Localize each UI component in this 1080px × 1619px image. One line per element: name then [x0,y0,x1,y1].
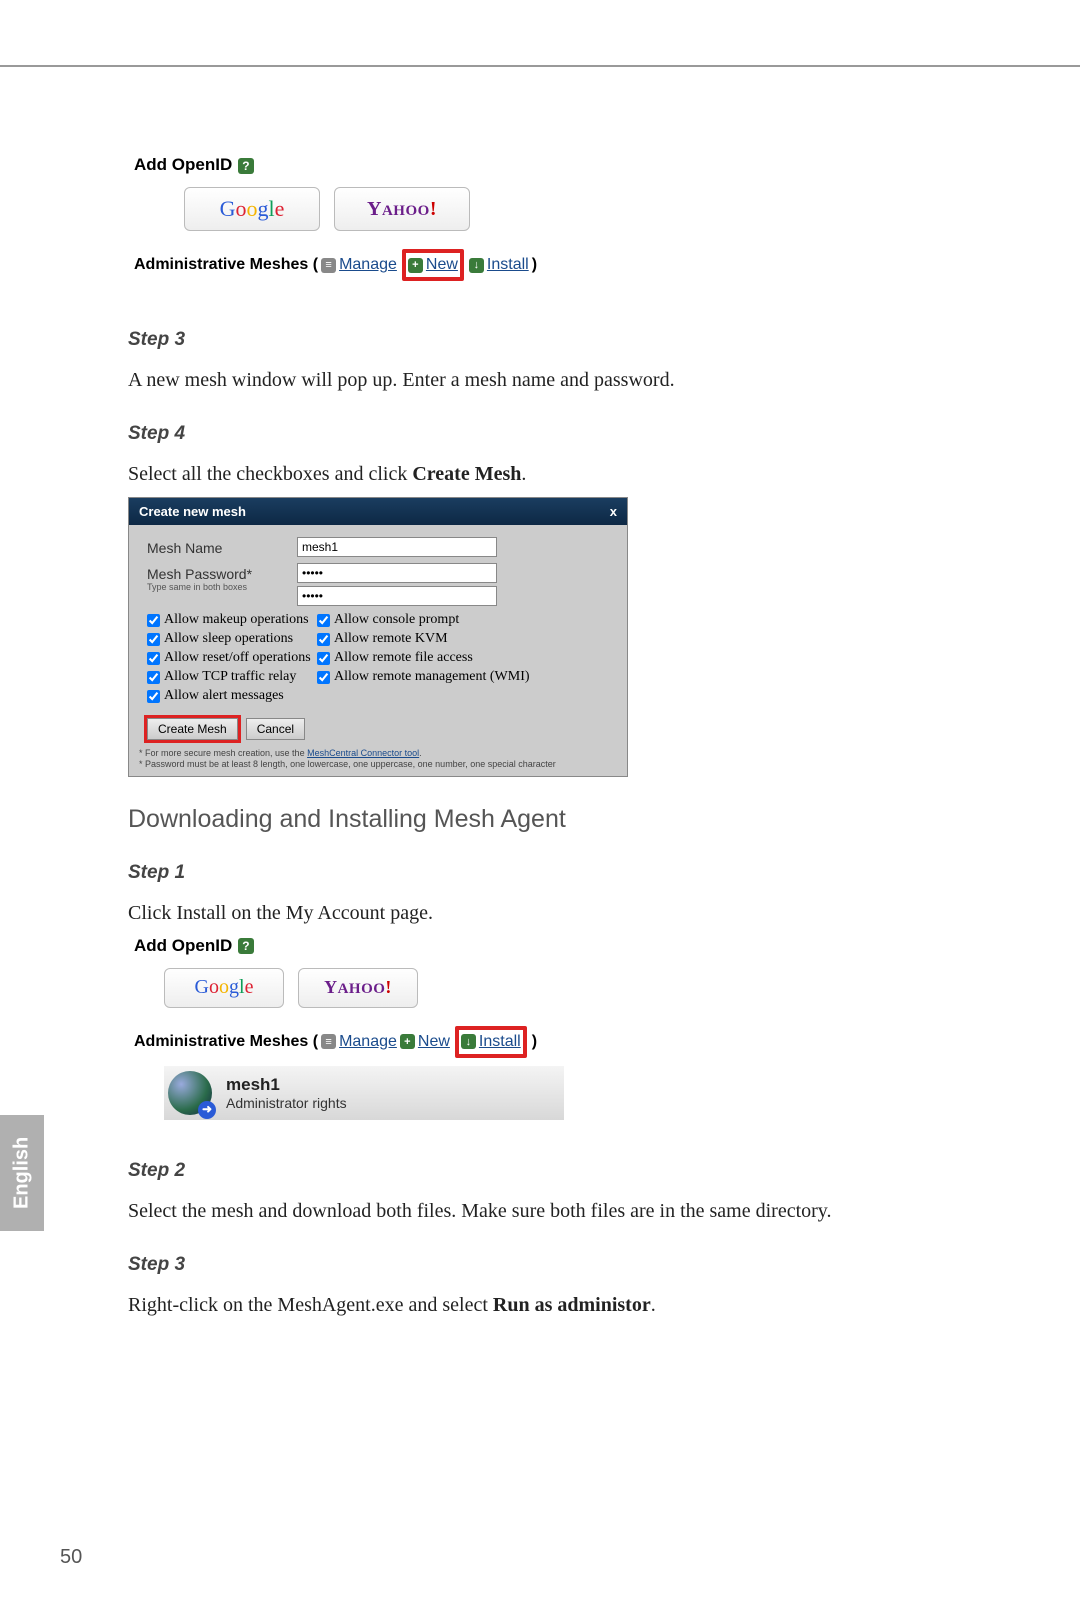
plus-icon: + [408,258,423,273]
language-tab: English [0,1115,44,1231]
page-number: 50 [60,1546,82,1569]
yahoo-button-2[interactable]: YAHOO! [298,968,418,1008]
manage-link-2[interactable]: Manage [339,1033,397,1051]
admin-meshes-label: Administrative Meshes ( [134,256,318,274]
foot1-suffix: . [419,748,422,758]
globe-arrow-icon: ➜ [198,1101,216,1119]
pw-inputs-col [297,563,497,606]
download-icon: ↓ [469,258,484,273]
chk-file[interactable]: Allow remote file access [317,650,609,666]
new-link-2[interactable]: New [418,1033,450,1051]
admin-meshes-row-2: Administrative Meshes ( ≡ Manage + New ↓… [134,1026,674,1058]
mesh-globe-icon: ➜ [168,1071,212,1115]
install-link-2[interactable]: Install [479,1033,521,1051]
page-content: Add OpenID ? Google YAHOO! Administrativ… [128,155,908,1328]
step-1b-label: Step 1 [128,862,908,884]
help-icon-2[interactable]: ? [238,938,254,954]
step-3b-bold: Run as administor [493,1294,651,1316]
step-3b-label: Step 3 [128,1254,908,1276]
yahoo-logo-2: YAHOO! [324,977,392,998]
openid-provider-buttons-2: Google YAHOO! [164,968,674,1008]
add-openid-label: Add OpenID ? [134,155,634,175]
step-3a-text: A new mesh window will pop up. Enter a m… [128,365,908,395]
chk-alert[interactable]: Allow alert messages [147,688,317,704]
dialog-title-text: Create new mesh [139,504,246,519]
mesh-password-label: Mesh Password* Type same in both boxes [147,563,297,592]
yahoo-logo: YAHOO! [367,198,437,221]
pw-sub-text: Type same in both boxes [147,582,297,592]
plus-icon-2: + [400,1034,415,1049]
mesh-password-input-1[interactable] [297,563,497,583]
google-button-2[interactable]: Google [164,968,284,1008]
dialog-checkboxes: Allow makeup operations Allow console pr… [147,612,609,704]
step-4a-label: Step 4 [128,423,908,445]
step-2b-label: Step 2 [128,1160,908,1182]
section-heading: Downloading and Installing Mesh Agent [128,805,908,834]
step-4a-bold: Create Mesh [412,463,521,485]
manage-icon: ≡ [321,258,336,273]
mesh-name-input[interactable] [297,537,497,557]
mesh-password-input-2[interactable] [297,586,497,606]
close-paren-2: ) [532,1033,537,1051]
mesh-item-name: mesh1 [226,1075,347,1095]
add-openid-text-2: Add OpenID [134,936,232,955]
mesh-item-row[interactable]: ➜ mesh1 Administrator rights [164,1066,564,1120]
foot1-link[interactable]: MeshCentral Connector tool [307,748,419,758]
install-link[interactable]: Install [487,256,529,274]
step-2b-text: Select the mesh and download both files.… [128,1196,908,1226]
create-mesh-dialog: Create new mesh x Mesh Name Mesh Passwor… [128,497,628,777]
close-icon[interactable]: x [610,504,617,519]
step-3a-label: Step 3 [128,329,908,351]
new-link[interactable]: New [426,256,458,274]
dialog-buttons: Create Mesh Cancel [147,718,609,740]
mesh-password-row: Mesh Password* Type same in both boxes [147,563,609,606]
foot1: * For more secure mesh creation, use the… [139,748,617,759]
manage-icon-2: ≡ [321,1034,336,1049]
screenshot-openid-new: Add OpenID ? Google YAHOO! Administrativ… [134,155,634,281]
top-rule [0,65,1080,67]
close-paren: ) [532,256,537,274]
google-logo: Google [220,196,285,222]
install-highlight: ↓ Install [455,1026,527,1058]
openid-provider-buttons: Google YAHOO! [184,187,634,231]
admin-meshes-row: Administrative Meshes ( ≡ Manage + New ↓… [134,249,634,281]
dialog-titlebar: Create new mesh x [129,498,627,525]
create-mesh-button[interactable]: Create Mesh [147,718,238,740]
step-3b-prefix: Right-click on the MeshAgent.exe and sel… [128,1294,493,1316]
step-4a-prefix: Select all the checkboxes and click [128,463,412,485]
mesh-item-rights: Administrator rights [226,1095,347,1111]
step-4a-suffix: . [521,463,526,485]
step-4a-text: Select all the checkboxes and click Crea… [128,459,908,489]
foot2: * Password must be at least 8 length, on… [139,759,617,770]
new-highlight: + New [402,249,464,281]
google-button[interactable]: Google [184,187,320,231]
chk-tcp[interactable]: Allow TCP traffic relay [147,669,317,685]
screenshot-openid-install: Add OpenID ? Google YAHOO! Administrativ… [134,936,674,1120]
cancel-button[interactable]: Cancel [246,718,305,740]
download-icon-2: ↓ [461,1034,476,1049]
step-3b-suffix: . [651,1294,656,1316]
foot1-prefix: * For more secure mesh creation, use the [139,748,307,758]
admin-meshes-label-2: Administrative Meshes ( [134,1033,318,1051]
dialog-body: Mesh Name Mesh Password* Type same in bo… [129,525,627,746]
step-3b-text: Right-click on the MeshAgent.exe and sel… [128,1290,908,1320]
add-openid-label-2: Add OpenID ? [134,936,674,956]
manage-link[interactable]: Manage [339,256,397,274]
chk-wmi[interactable]: Allow remote management (WMI) [317,669,609,685]
chk-sleep[interactable]: Allow sleep operations [147,631,317,647]
step-1b-text: Click Install on the My Account page. [128,898,908,928]
pw-label-text: Mesh Password* [147,566,252,582]
mesh-item-text: mesh1 Administrator rights [226,1075,347,1111]
mesh-name-row: Mesh Name [147,537,609,557]
chk-kvm[interactable]: Allow remote KVM [317,631,609,647]
chk-makeup[interactable]: Allow makeup operations [147,612,317,628]
mesh-name-label: Mesh Name [147,537,297,556]
dialog-footnotes: * For more secure mesh creation, use the… [129,746,627,776]
add-openid-text: Add OpenID [134,155,232,174]
help-icon[interactable]: ? [238,158,254,174]
chk-console[interactable]: Allow console prompt [317,612,609,628]
chk-reset[interactable]: Allow reset/off operations [147,650,317,666]
google-logo-2: Google [195,976,254,999]
yahoo-button[interactable]: YAHOO! [334,187,470,231]
